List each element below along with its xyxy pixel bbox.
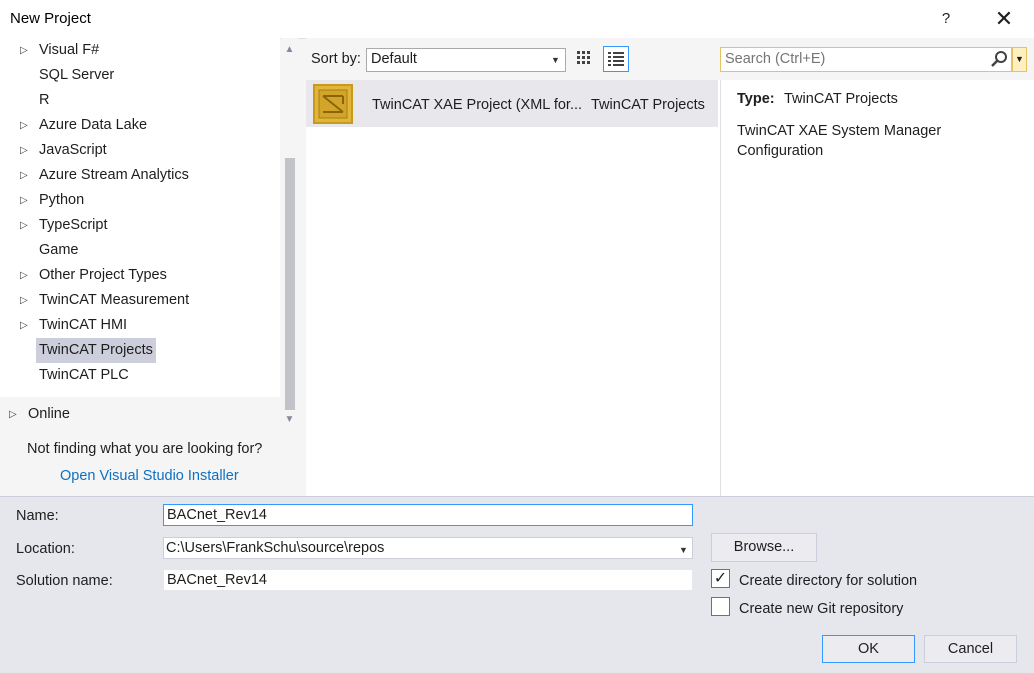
solution-name-input[interactable] — [163, 569, 693, 591]
browse-button[interactable]: Browse... — [711, 533, 817, 562]
expand-arrow-icon[interactable]: ▷ — [20, 163, 28, 188]
expand-arrow-icon[interactable]: ▷ — [20, 138, 28, 163]
template-name: TwinCAT XAE Project (XML for... — [372, 97, 583, 113]
search-options-chevron-icon[interactable]: ▼ — [1012, 47, 1027, 72]
checkmark-icon: ✓ — [713, 570, 728, 587]
scroll-thumb[interactable] — [285, 158, 295, 410]
tree-item-typescript[interactable]: ▷ TypeScript — [0, 213, 280, 238]
twincat-project-icon — [313, 84, 353, 124]
chevron-down-icon[interactable]: ▼ — [551, 55, 560, 65]
tree-item-online[interactable]: ▷ Online — [0, 402, 280, 427]
type-label: Type: — [737, 91, 775, 107]
expand-arrow-icon[interactable]: ▷ — [20, 313, 28, 338]
project-name-input[interactable] — [163, 504, 693, 526]
expand-arrow-icon[interactable]: ▷ — [20, 263, 28, 288]
location-label: Location: — [16, 541, 75, 557]
tree-item-twincat-projects[interactable]: TwinCAT Projects — [0, 338, 280, 363]
tree-item-twincat-plc[interactable]: TwinCAT PLC — [0, 363, 280, 388]
expand-arrow-icon[interactable]: ▷ — [20, 288, 28, 313]
not-finding-text: Not finding what you are looking for? — [27, 441, 263, 457]
tree-item-label: TwinCAT HMI — [39, 317, 128, 333]
tree-item-label: Visual F# — [39, 42, 100, 58]
create-directory-checkbox[interactable]: ✓ — [711, 569, 730, 588]
tree-item-javascript[interactable]: ▷ JavaScript — [0, 138, 280, 163]
tree-item-label: SQL Server — [39, 67, 115, 83]
close-icon: ✕ — [994, 6, 1014, 31]
chevron-down-icon[interactable]: ▼ — [679, 545, 688, 555]
small-icons-view-button[interactable] — [572, 46, 598, 72]
name-label: Name: — [16, 508, 59, 524]
template-description: TwinCAT XAE System Manager Configuration — [737, 123, 942, 159]
tree-item-r[interactable]: R — [0, 88, 280, 113]
ok-button[interactable]: OK — [822, 635, 915, 663]
tree-item-label: Azure Stream Analytics — [39, 167, 189, 183]
tree-item-label: Game — [39, 242, 79, 258]
expand-arrow-icon[interactable]: ▷ — [20, 38, 28, 63]
tree-item-azure-data-lake[interactable]: ▷ Azure Data Lake — [0, 113, 280, 138]
location-value: C:\Users\FrankSchu\source\repos — [166, 540, 385, 556]
tree-item-label: TwinCAT PLC — [39, 367, 129, 383]
create-directory-label[interactable]: Create directory for solution — [739, 573, 917, 589]
scroll-down-icon[interactable]: ▼ — [283, 414, 296, 426]
tree-item-label: TwinCAT Projects — [36, 338, 156, 363]
create-git-repo-label[interactable]: Create new Git repository — [739, 601, 903, 617]
cancel-button[interactable]: Cancel — [924, 635, 1017, 663]
window-title: New Project — [10, 10, 91, 27]
title-bar — [0, 0, 1034, 38]
expand-arrow-icon[interactable]: ▷ — [20, 113, 28, 138]
list-view-button[interactable] — [603, 46, 629, 72]
tree-item-label: TypeScript — [39, 217, 108, 233]
tree-item-game[interactable]: Game — [0, 238, 280, 263]
tree-item-label: R — [39, 92, 50, 108]
type-value: TwinCAT Projects — [784, 91, 898, 107]
scroll-up-icon[interactable]: ▲ — [283, 44, 296, 56]
expand-arrow-icon[interactable]: ▷ — [9, 402, 17, 427]
close-button[interactable]: ✕ — [986, 4, 1022, 34]
list-view-icon — [608, 52, 624, 66]
grid-view-icon — [577, 51, 590, 64]
tree-item-label: TwinCAT Measurement — [39, 292, 190, 308]
tree-item-label: Python — [39, 192, 85, 208]
expand-arrow-icon[interactable]: ▷ — [20, 213, 28, 238]
expand-arrow-icon[interactable]: ▷ — [20, 188, 28, 213]
tree-item-sql-server[interactable]: SQL Server — [0, 63, 280, 88]
sort-value: Default — [371, 51, 417, 67]
template-list — [306, 80, 720, 496]
tree-item-python[interactable]: ▷ Python — [0, 188, 280, 213]
create-git-repo-checkbox[interactable] — [711, 597, 730, 616]
search-input[interactable] — [725, 51, 985, 67]
tree-item-label: JavaScript — [39, 142, 107, 158]
tree-item-label: Online — [28, 406, 70, 422]
template-type: TwinCAT Projects — [591, 97, 705, 113]
tree-item-label: Azure Data Lake — [39, 117, 148, 133]
solution-name-label: Solution name: — [16, 573, 113, 589]
tree-item-azure-stream-analytics[interactable]: ▷ Azure Stream Analytics — [0, 163, 280, 188]
help-button[interactable]: ? — [934, 6, 958, 32]
open-installer-link[interactable]: Open Visual Studio Installer — [60, 468, 239, 484]
sort-label: Sort by: — [311, 51, 361, 67]
tree-item-visual-fsharp[interactable]: ▷ Visual F# — [0, 38, 280, 63]
tree-item-twincat-measurement[interactable]: ▷ TwinCAT Measurement — [0, 288, 280, 313]
tree-item-label: Other Project Types — [39, 267, 167, 283]
tree-item-twincat-hmi[interactable]: ▷ TwinCAT HMI — [0, 313, 280, 338]
category-tree: ▷ Visual F# SQL Server R ▷ Azure Data Lake… — [0, 38, 280, 397]
tree-item-other-project-types[interactable]: ▷ Other Project Types — [0, 263, 280, 288]
search-icon[interactable] — [990, 50, 1008, 68]
